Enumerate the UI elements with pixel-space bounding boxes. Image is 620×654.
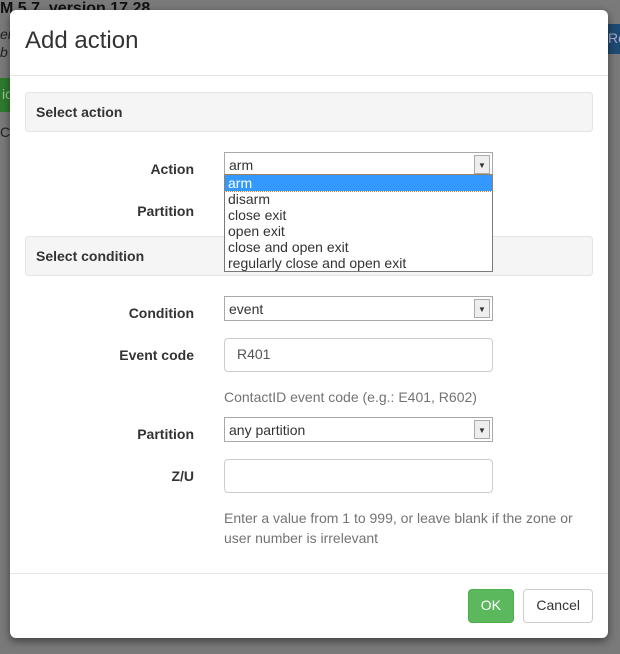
action-option[interactable]: open exit: [225, 223, 492, 239]
condition-select-value: event: [229, 301, 264, 317]
action-option[interactable]: close exit: [225, 207, 492, 223]
cancel-button[interactable]: Cancel: [523, 589, 593, 623]
event-code-help: ContactID event code (e.g.: E401, R602): [224, 389, 477, 405]
select-action-section: Select action: [25, 92, 593, 132]
chevron-down-icon: ▼: [474, 420, 490, 439]
bg-text: C: [0, 124, 11, 140]
modal-header: Add action: [10, 10, 608, 76]
add-action-modal: Add action Select action Action arm ▼ arm…: [10, 10, 608, 638]
condition-partition-label: Partition: [137, 426, 194, 442]
condition-select[interactable]: event ▼: [224, 296, 493, 321]
action-select-value: arm: [229, 157, 254, 173]
event-code-label: Event code: [119, 347, 194, 363]
partition-select-value: any partition: [229, 422, 306, 438]
modal-footer: OK Cancel: [10, 573, 608, 638]
partition-label: Partition: [137, 203, 194, 219]
chevron-down-icon: ▼: [474, 155, 490, 174]
zu-label: Z/U: [171, 468, 194, 484]
zu-help: Enter a value from 1 to 999, or leave bl…: [224, 510, 573, 546]
event-code-input[interactable]: R401: [224, 338, 493, 372]
action-option[interactable]: close and open exit: [225, 239, 492, 255]
action-option[interactable]: arm: [224, 174, 493, 192]
modal-title: Add action: [25, 27, 139, 54]
ok-button[interactable]: OK: [467, 589, 514, 623]
condition-label: Condition: [128, 305, 194, 321]
condition-partition-select[interactable]: any partition ▼: [224, 417, 493, 442]
action-label: Action: [150, 161, 194, 177]
chevron-down-icon: ▼: [474, 299, 490, 318]
bg-text: b: [0, 44, 8, 60]
zu-input[interactable]: [224, 459, 493, 493]
action-option[interactable]: regularly close and open exit: [225, 255, 492, 271]
action-option[interactable]: disarm: [225, 191, 492, 207]
action-dropdown-list[interactable]: arm disarm close exit open exit close an…: [224, 174, 493, 272]
